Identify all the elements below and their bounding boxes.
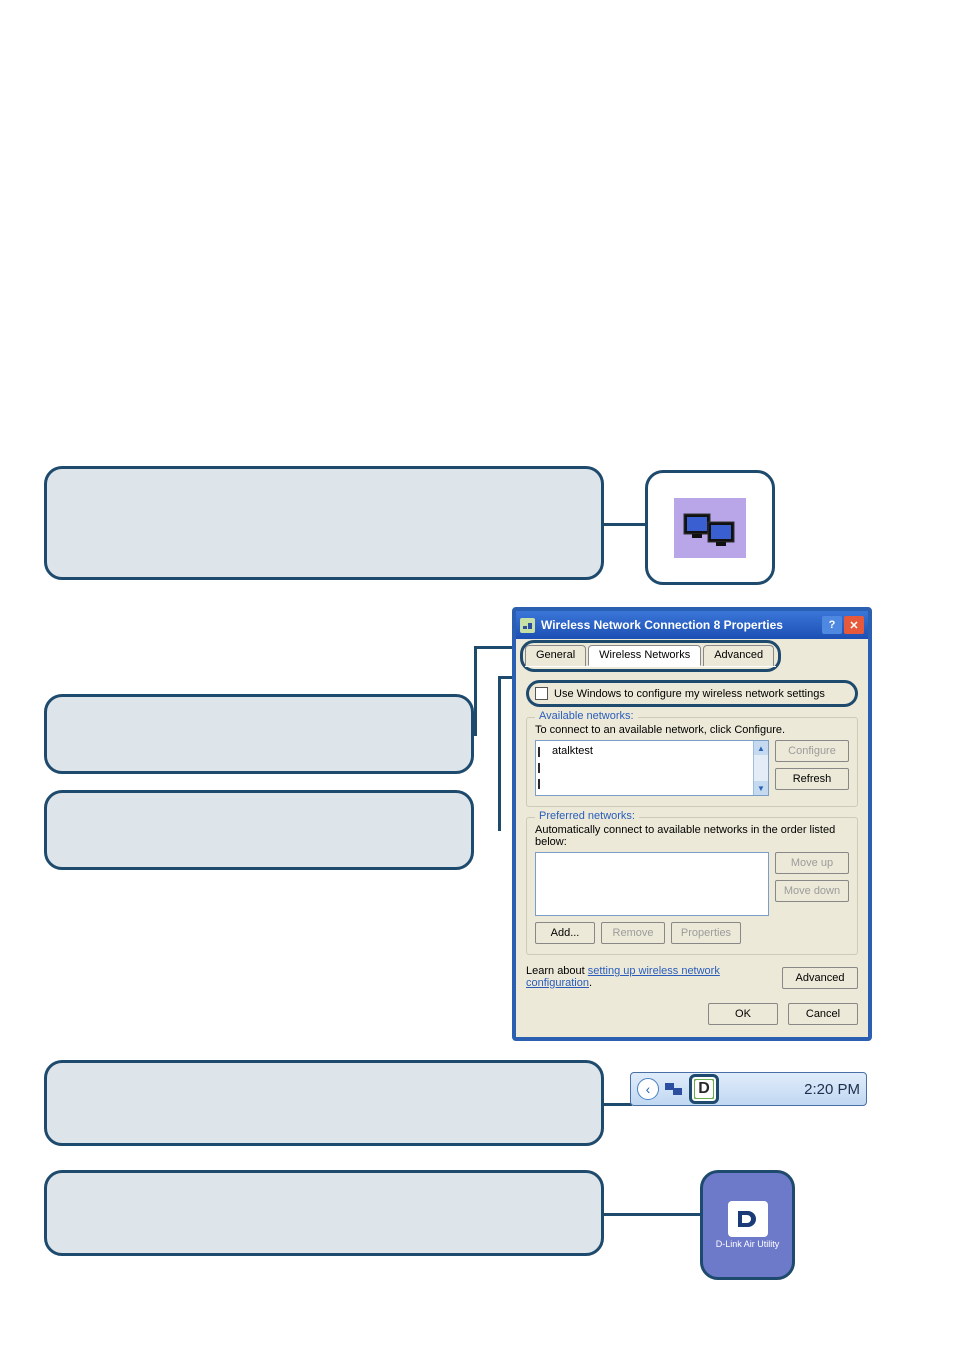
dlink-logo-icon <box>728 1201 768 1237</box>
preferred-networks-group: Preferred networks: Automatically connec… <box>526 817 858 955</box>
add-button[interactable]: Add... <box>535 922 595 944</box>
dialog-title: Wireless Network Connection 8 Properties <box>541 618 783 632</box>
learn-text: Learn about setting up wireless network … <box>526 965 736 989</box>
network-monitors-icon <box>674 498 746 558</box>
connector-line <box>604 523 648 526</box>
tab-advanced[interactable]: Advanced <box>703 645 774 666</box>
dlink-d-icon: D <box>695 1080 713 1098</box>
cancel-button[interactable]: Cancel <box>788 1003 858 1025</box>
network-connection-desktop-icon[interactable] <box>645 470 775 585</box>
system-tray: ‹ D 2:20 PM <box>630 1072 867 1106</box>
callout-box-5 <box>44 1170 604 1256</box>
available-networks-hint: To connect to an available network, clic… <box>535 724 849 736</box>
ok-button[interactable]: OK <box>708 1003 778 1025</box>
scroll-up-icon[interactable]: ▲ <box>754 741 768 755</box>
callout-box-4 <box>44 1060 604 1146</box>
antenna-icon <box>538 761 548 773</box>
dlink-utility-desktop-icon[interactable]: D-Link Air Utility <box>700 1170 795 1280</box>
tabs-highlight: General Wireless Networks Advanced <box>520 640 781 672</box>
use-windows-checkbox[interactable] <box>535 687 548 700</box>
preferred-networks-legend: Preferred networks: <box>535 810 639 822</box>
titlebar-help-button[interactable]: ? <box>822 616 842 634</box>
callout-box-3 <box>44 790 474 870</box>
list-item <box>538 759 766 775</box>
tab-wireless-networks[interactable]: Wireless Networks <box>588 645 701 666</box>
list-item: atalktest <box>538 743 766 759</box>
connector-line <box>498 676 501 831</box>
callout-box-1 <box>44 466 604 580</box>
connector-line <box>604 1103 632 1106</box>
use-windows-label: Use Windows to configure my wireless net… <box>554 688 825 700</box>
preferred-networks-list[interactable] <box>535 852 769 916</box>
move-down-button[interactable]: Move down <box>775 880 849 902</box>
refresh-button[interactable]: Refresh <box>775 768 849 790</box>
connector-line <box>604 1213 700 1216</box>
available-networks-legend: Available networks: <box>535 710 638 722</box>
connector-line <box>474 646 477 736</box>
tray-network-icon[interactable] <box>663 1078 685 1100</box>
antenna-icon <box>538 777 548 789</box>
dialog-titlebar[interactable]: Wireless Network Connection 8 Properties… <box>516 611 868 639</box>
system-clock[interactable]: 2:20 PM <box>804 1081 860 1098</box>
scroll-down-icon[interactable]: ▼ <box>754 781 768 795</box>
remove-button[interactable]: Remove <box>601 922 665 944</box>
antenna-icon <box>538 745 548 757</box>
list-item <box>538 775 766 791</box>
tray-dlink-utility-icon[interactable]: D <box>689 1074 719 1104</box>
wireless-properties-dialog: Wireless Network Connection 8 Properties… <box>512 607 872 1041</box>
tab-general[interactable]: General <box>525 645 586 666</box>
callout-box-2 <box>44 694 474 774</box>
configure-button[interactable]: Configure <box>775 740 849 762</box>
preferred-networks-hint: Automatically connect to available netwo… <box>535 824 849 848</box>
wireless-window-icon <box>520 618 535 633</box>
properties-button[interactable]: Properties <box>671 922 741 944</box>
use-windows-checkbox-row[interactable]: Use Windows to configure my wireless net… <box>526 680 858 707</box>
scrollbar[interactable]: ▲ ▼ <box>753 741 768 795</box>
dlink-utility-label: D-Link Air Utility <box>716 1239 780 1250</box>
available-networks-list[interactable]: atalktest ▲ ▼ <box>535 740 769 796</box>
advanced-button[interactable]: Advanced <box>782 967 858 989</box>
available-networks-group: Available networks: To connect to an ava… <box>526 717 858 807</box>
move-up-button[interactable]: Move up <box>775 852 849 874</box>
titlebar-close-button[interactable]: ✕ <box>844 616 864 634</box>
tray-expand-arrow-icon[interactable]: ‹ <box>637 1078 659 1100</box>
